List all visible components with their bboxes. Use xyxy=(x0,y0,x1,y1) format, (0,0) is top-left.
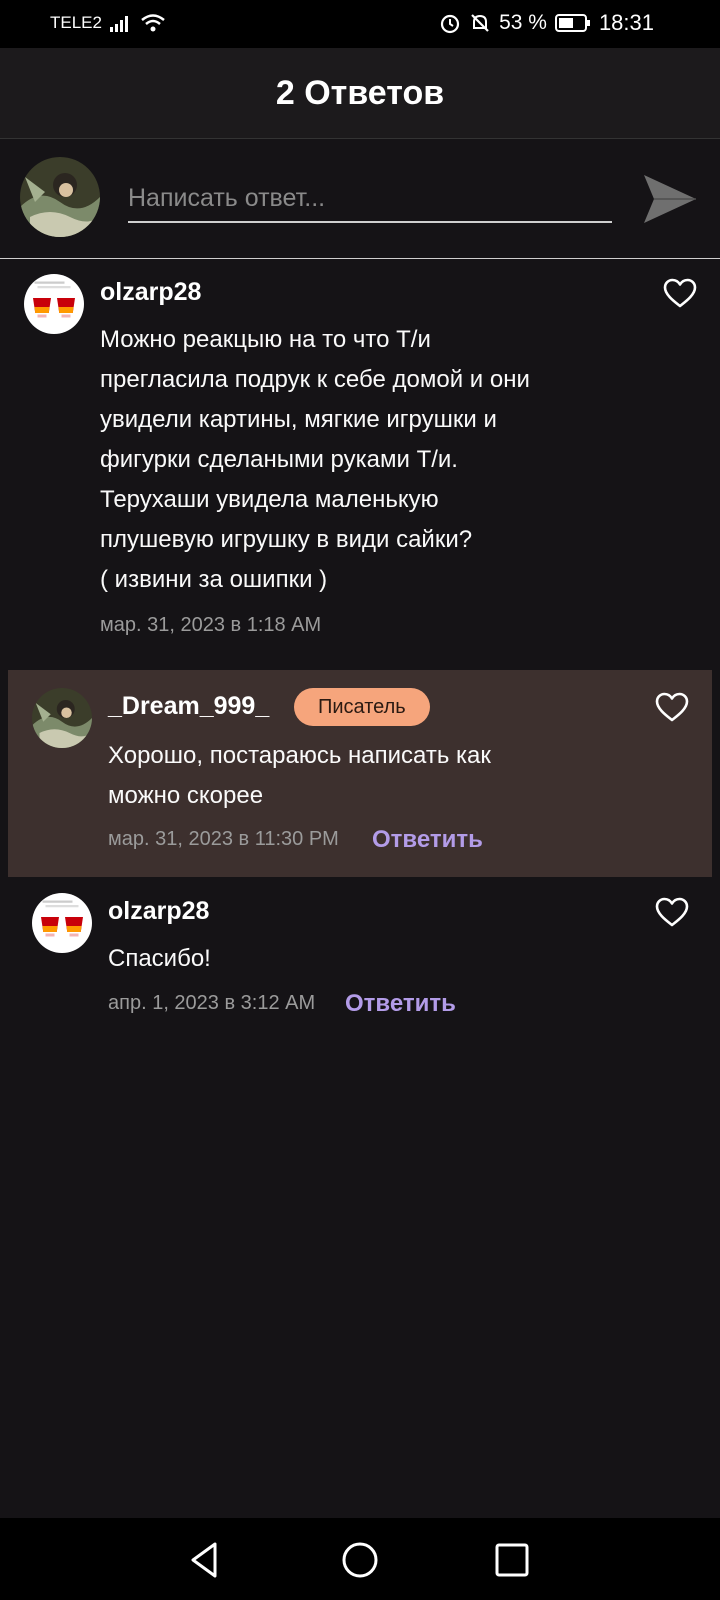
comment-item: olzarp28 Можно реакцыю на то что Т/и пре… xyxy=(0,258,720,648)
reply-input[interactable] xyxy=(128,175,612,223)
avatar[interactable] xyxy=(24,274,84,334)
mute-icon xyxy=(471,14,489,32)
signal-icon xyxy=(109,16,128,32)
comment-username[interactable]: olzarp28 xyxy=(100,278,201,307)
comment-username[interactable]: _Dream_999_ xyxy=(108,692,269,721)
clock: 18:31 xyxy=(598,10,654,35)
battery-icon xyxy=(554,14,590,32)
system-nav-bar xyxy=(0,1518,720,1600)
page-title: 2 Ответов xyxy=(0,48,720,139)
reply-button[interactable]: Ответить xyxy=(372,826,483,854)
send-icon[interactable] xyxy=(640,169,700,229)
reply-composer xyxy=(0,139,720,259)
comment-text: Хорошо, постараюсь написать как можно ск… xyxy=(108,742,491,809)
reply-button[interactable]: Ответить xyxy=(345,990,456,1018)
comment-username[interactable]: olzarp28 xyxy=(108,897,209,926)
avatar[interactable] xyxy=(20,157,100,237)
comment-timestamp: мар. 31, 2023 в 1:18 AM xyxy=(100,614,322,636)
carrier-label: TELE2 xyxy=(50,13,102,32)
avatar[interactable] xyxy=(32,688,92,748)
comment-text: Можно реакцыю на то что Т/и прегласила п… xyxy=(100,326,530,593)
battery-percent: 53 % xyxy=(499,11,547,34)
comment-item: _Dream_999_ Писатель Хорошо, постараюсь … xyxy=(0,670,720,877)
comment-item: olzarp28 Спасибо! апр. 1, 2023 в 3:12 AM… xyxy=(0,877,720,1027)
alarm-icon xyxy=(440,14,460,34)
status-bar: TELE2 53 % 18:31 xyxy=(0,0,720,48)
back-icon[interactable] xyxy=(183,1538,227,1582)
heart-icon[interactable] xyxy=(655,897,689,927)
avatar[interactable] xyxy=(32,893,92,953)
home-icon[interactable] xyxy=(338,1538,382,1582)
wifi-icon xyxy=(141,14,165,32)
comment-text: Спасибо! xyxy=(108,945,211,972)
writer-badge: Писатель xyxy=(294,688,430,726)
recents-icon[interactable] xyxy=(490,1538,534,1582)
heart-icon[interactable] xyxy=(663,278,697,308)
heart-icon[interactable] xyxy=(655,692,689,722)
comment-timestamp: мар. 31, 2023 в 11:30 PM xyxy=(108,828,339,850)
comment-timestamp: апр. 1, 2023 в 3:12 AM xyxy=(108,992,316,1014)
